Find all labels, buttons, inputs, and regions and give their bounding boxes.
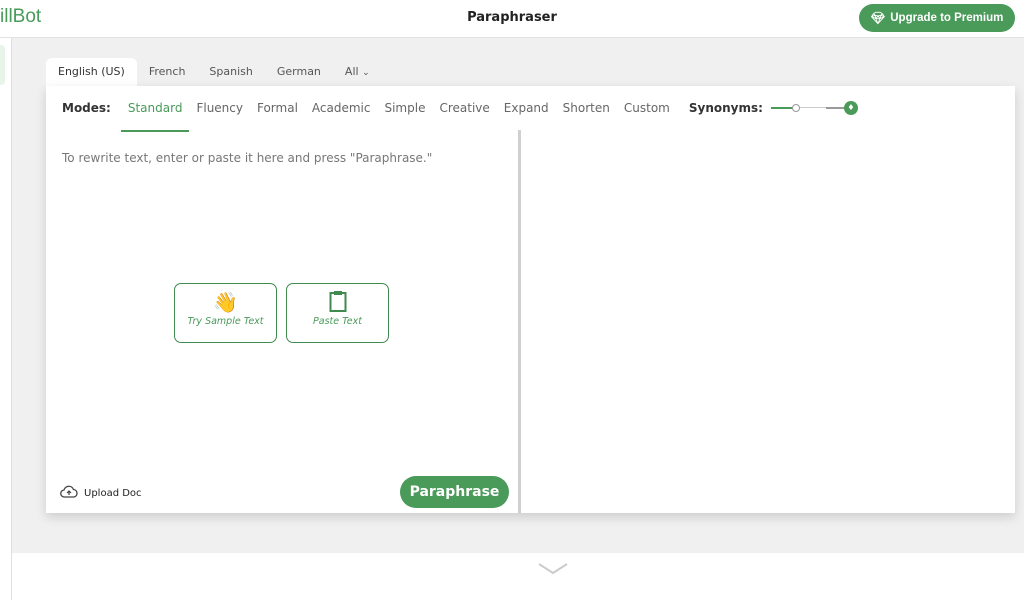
- mode-formal[interactable]: Formal: [257, 101, 298, 115]
- tab-spanish[interactable]: Spanish: [197, 58, 264, 86]
- paraphraser-card: Modes: Standard Fluency Formal Academic …: [46, 86, 1015, 513]
- mode-shorten[interactable]: Shorten: [563, 101, 610, 115]
- output-panel: [522, 130, 1015, 513]
- tab-french[interactable]: French: [137, 58, 198, 86]
- language-tabs: English (US) French Spanish German All ⌄: [46, 58, 382, 86]
- tab-all-label: All: [344, 65, 359, 78]
- modes-bar: Modes: Standard Fluency Formal Academic …: [62, 98, 861, 132]
- mode-custom[interactable]: Custom: [624, 101, 670, 115]
- paste-text-button[interactable]: Paste Text: [286, 283, 389, 343]
- slider-handle[interactable]: [791, 104, 800, 112]
- synonyms-label: Synonyms:: [688, 101, 763, 115]
- tab-all[interactable]: All ⌄: [333, 58, 382, 86]
- input-textarea[interactable]: To rewrite text, enter or paste it here …: [62, 151, 432, 165]
- synonyms-slider[interactable]: ♦: [770, 101, 861, 115]
- try-sample-text-button[interactable]: 👋 Try Sample Text: [174, 283, 277, 343]
- chevron-down-icon: ⌄: [362, 68, 370, 78]
- tab-english-us[interactable]: English (US): [46, 58, 137, 86]
- clipboard-icon: [287, 290, 388, 314]
- sidebar: [0, 38, 12, 600]
- waving-hand-icon: 👋: [213, 290, 238, 314]
- mode-expand[interactable]: Expand: [504, 101, 549, 115]
- scroll-down-chevron-icon[interactable]: [538, 560, 568, 579]
- sample-label: Try Sample Text: [187, 316, 264, 327]
- upgrade-button[interactable]: 💎︎ Upgrade to Premium: [859, 4, 1015, 32]
- panel-divider[interactable]: [518, 130, 521, 513]
- upload-doc-button[interactable]: Upload Doc: [60, 485, 142, 501]
- paraphrase-button[interactable]: Paraphrase: [400, 476, 509, 508]
- tab-german[interactable]: German: [265, 58, 333, 86]
- cloud-upload-icon: [60, 485, 78, 501]
- premium-diamond-icon: ♦: [843, 101, 858, 115]
- top-header: illBot Paraphraser 💎︎ Upgrade to Premium: [0, 0, 1024, 38]
- modes-label: Modes:: [62, 101, 111, 115]
- mode-standard[interactable]: Standard: [120, 101, 189, 132]
- paste-label: Paste Text: [313, 316, 362, 327]
- mode-simple[interactable]: Simple: [384, 101, 425, 115]
- upload-label: Upload Doc: [84, 487, 142, 499]
- diamond-icon: 💎︎: [870, 13, 886, 25]
- mode-creative[interactable]: Creative: [439, 101, 489, 115]
- upgrade-label: Upgrade to Premium: [890, 12, 1004, 24]
- mode-academic[interactable]: Academic: [312, 101, 371, 115]
- sidebar-active-item[interactable]: [0, 45, 5, 85]
- mode-fluency[interactable]: Fluency: [196, 101, 243, 115]
